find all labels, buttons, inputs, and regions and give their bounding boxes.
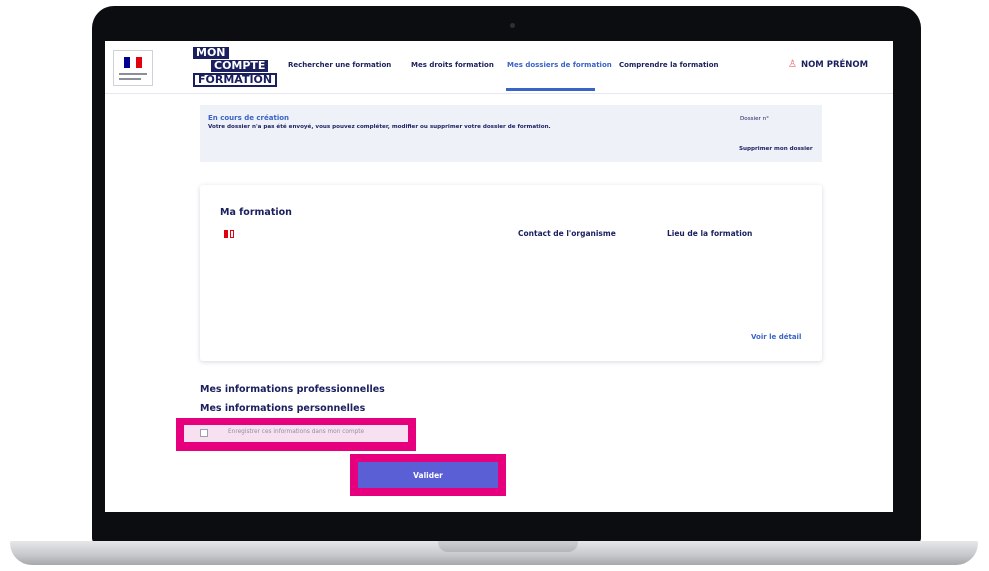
logo-line: [119, 73, 147, 75]
status-title: En cours de création: [208, 114, 290, 122]
nav-comprendre[interactable]: Comprendre la formation: [619, 61, 719, 69]
user-name: NOM PRÉNOM: [800, 60, 869, 70]
screen: MON COMPTE FORMATION Rechercher une form…: [105, 41, 893, 512]
dossier-status-panel: En cours de création Votre dossier n'a p…: [200, 105, 822, 162]
user-icon: ♙: [788, 59, 797, 70]
formation-title: Ma formation: [220, 207, 292, 218]
formation-card: Ma formation Contact de l'organisme Lieu…: [200, 185, 822, 361]
nav-rechercher-formation[interactable]: Rechercher une formation: [288, 61, 391, 69]
republique-logo[interactable]: [113, 50, 153, 86]
camera: [510, 23, 515, 28]
delete-dossier-link[interactable]: Supprimer mon dossier: [739, 146, 813, 152]
contact-organisme-label: Contact de l'organisme: [518, 229, 616, 238]
logo-text: FORMATION: [193, 73, 278, 87]
laptop-notch: [438, 541, 578, 552]
logo-text: COMPTE: [211, 60, 269, 72]
valider-button[interactable]: Valider: [358, 462, 498, 488]
lieu-formation-label: Lieu de la formation: [667, 229, 753, 238]
nav-active-indicator: [506, 88, 595, 91]
nav-mes-droits[interactable]: Mes droits formation: [411, 61, 494, 69]
voir-detail-link[interactable]: Voir le détail: [751, 333, 801, 341]
user-menu[interactable]: ♙ NOM PRÉNOM: [788, 59, 868, 70]
book-icon: [224, 230, 234, 238]
screen-bezel-bottom: [105, 512, 893, 532]
app-header: MON COMPTE FORMATION Rechercher une form…: [105, 41, 893, 94]
french-flag-icon: [124, 57, 142, 68]
section-title-perso: Mes informations personnelles: [200, 403, 366, 414]
section-title-pro: Mes informations professionnelles: [200, 384, 385, 395]
save-info-checkbox[interactable]: [200, 429, 208, 437]
nav-mes-dossiers[interactable]: Mes dossiers de formation: [507, 61, 612, 69]
mon-compte-formation-logo[interactable]: MON COMPTE FORMATION: [193, 47, 278, 87]
save-info-label[interactable]: Enregistrer ces informations dans mon co…: [228, 429, 364, 435]
save-info-row[interactable]: Enregistrer ces informations dans mon co…: [184, 425, 408, 442]
status-description: Votre dossier n'a pas été envoyé, vous p…: [208, 124, 551, 130]
logo-text: MON: [193, 47, 229, 59]
logo-line: [119, 78, 141, 80]
dossier-number-label: Dossier n°: [740, 116, 769, 122]
